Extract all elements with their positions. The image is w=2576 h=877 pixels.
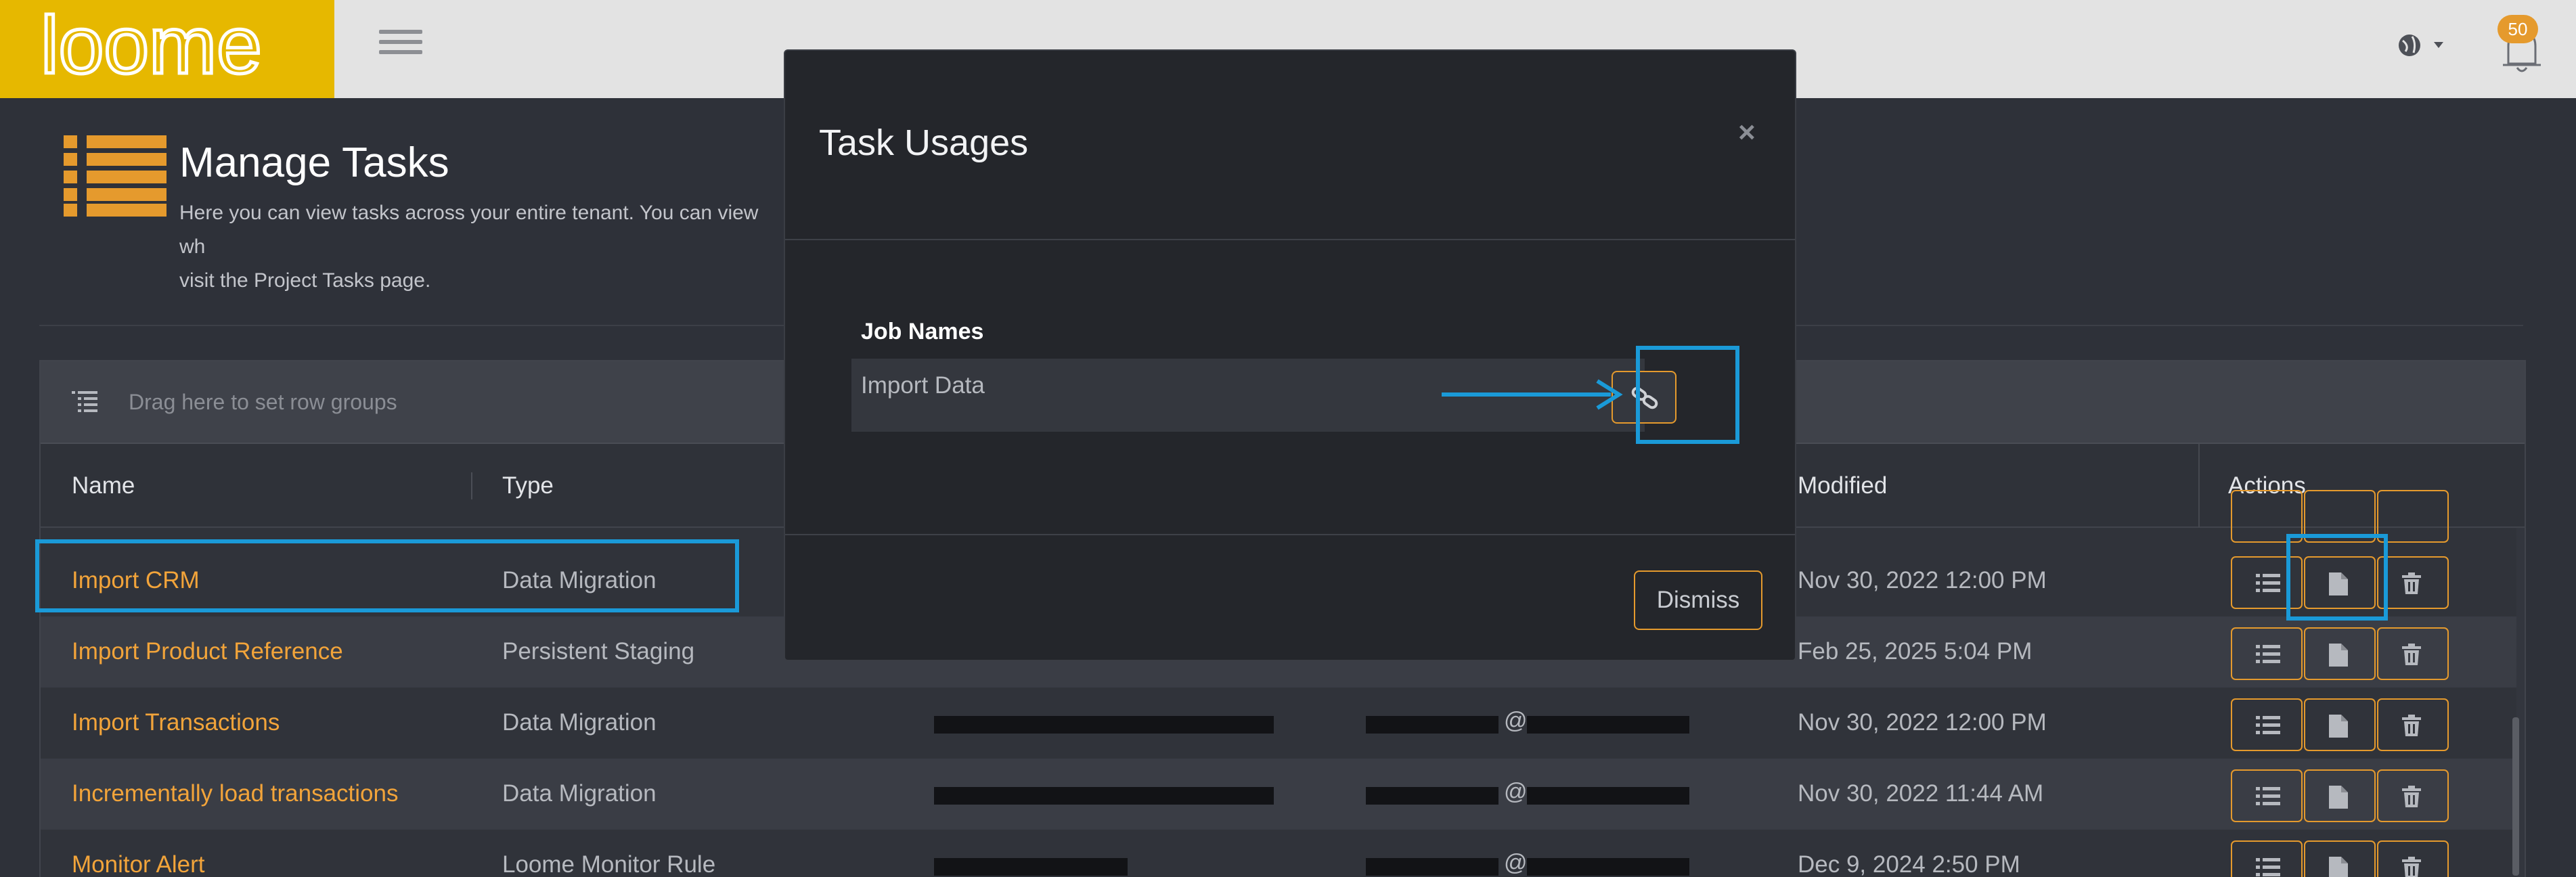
task-name-link[interactable]: Import Transactions: [72, 709, 280, 736]
owner-at-sign: @: [1504, 850, 1528, 876]
grid-scrollbar[interactable]: [2512, 717, 2519, 876]
delete-task-button[interactable]: [2377, 769, 2449, 822]
page-description: Here you can view tasks across your enti…: [179, 202, 759, 292]
task-type: Loome Monitor Rule: [502, 851, 716, 877]
list-icon: [2256, 858, 2280, 876]
task-type: Data Migration: [502, 780, 657, 807]
view-details-button[interactable]: [2231, 627, 2303, 680]
task-modified: Nov 30, 2022 11:44 AM: [1798, 780, 2044, 807]
view-details-button[interactable]: [2231, 840, 2303, 877]
task-modified: Nov 30, 2022 12:00 PM: [1798, 709, 2047, 736]
owner-at-sign: @: [1504, 779, 1528, 805]
file-icon: [2329, 715, 2348, 738]
delete-task-button[interactable]: [2377, 627, 2449, 680]
file-icon: [2329, 857, 2348, 877]
redacted-owner: [1366, 716, 1498, 734]
task-name-link[interactable]: Monitor Alert: [72, 851, 204, 877]
task-usages-button[interactable]: [2304, 769, 2376, 822]
trash-icon: [2402, 644, 2421, 665]
column-type-header[interactable]: Type: [502, 472, 554, 499]
task-name-link[interactable]: Incrementally load transactions: [72, 780, 398, 807]
notification-count-badge[interactable]: 50: [2497, 15, 2538, 43]
menu-toggle-icon[interactable]: [379, 30, 422, 64]
task-type: Persistent Staging: [502, 638, 695, 665]
redacted-owner: [1366, 858, 1498, 876]
task-usages-button[interactable]: [2304, 840, 2376, 877]
page-title: Manage Tasks: [179, 139, 449, 186]
svg-text:loome: loome: [41, 9, 262, 91]
trash-icon: [2402, 715, 2421, 736]
column-modified-header[interactable]: Modified: [1798, 472, 1887, 499]
list-icon: [2256, 574, 2280, 592]
dismiss-button[interactable]: Dismiss: [1634, 570, 1762, 630]
table-row[interactable]: Incrementally load transactions Data Mig…: [41, 759, 2516, 830]
redacted-description: [934, 858, 1128, 876]
delete-task-button[interactable]: [2377, 698, 2449, 751]
file-icon: [2329, 644, 2348, 667]
redacted-description: [934, 716, 1274, 734]
task-type: Data Migration: [502, 709, 657, 736]
task-usages-button[interactable]: [2304, 698, 2376, 751]
highlight-link-button: [1636, 346, 1739, 444]
redacted-description: [934, 787, 1274, 805]
row-group-placeholder: Drag here to set row groups: [129, 390, 397, 414]
task-modified: Dec 9, 2024 2:50 PM: [1798, 851, 2020, 877]
view-details-button[interactable]: [2231, 769, 2303, 822]
modal-title: Task Usages: [819, 122, 1029, 163]
owner-at-sign: @: [1504, 708, 1528, 734]
redacted-owner: [1366, 787, 1498, 805]
task-modified: Feb 25, 2025 5:04 PM: [1798, 638, 2033, 665]
redacted-owner-domain: [1527, 716, 1689, 734]
job-name: Import Data: [861, 372, 985, 399]
tasks-list-icon: [64, 135, 166, 217]
list-icon: [2256, 716, 2280, 734]
modal-divider: [785, 239, 1795, 240]
column-name-header[interactable]: Name: [72, 472, 135, 499]
job-names-header: Job Names: [861, 319, 984, 344]
language-globe-icon[interactable]: [2396, 31, 2461, 60]
task-modified: Nov 30, 2022 12:00 PM: [1798, 567, 2047, 593]
table-row[interactable]: Import Transactions Data Migration @ Nov…: [41, 688, 2516, 759]
list-icon: [2256, 787, 2280, 805]
task-name-link[interactable]: Import Product Reference: [72, 638, 343, 665]
trash-icon: [2402, 786, 2421, 807]
highlight-task-usages-button: [2286, 534, 2388, 621]
delete-task-button[interactable]: [2377, 840, 2449, 877]
view-details-button[interactable]: [2231, 698, 2303, 751]
redacted-owner-domain: [1527, 787, 1689, 805]
trash-icon: [2402, 572, 2421, 594]
column-resize-handle[interactable]: [471, 472, 472, 499]
modal-footer-divider: [785, 534, 1795, 535]
close-icon[interactable]: ×: [1738, 116, 1756, 150]
task-usages-button[interactable]: [2304, 627, 2376, 680]
list-icon: [2256, 645, 2280, 663]
file-icon: [2329, 786, 2348, 809]
trash-icon: [2402, 857, 2421, 877]
arrow-annotation-icon: [1442, 379, 1623, 410]
redacted-owner-domain: [1527, 858, 1689, 876]
highlight-import-crm-row: [35, 539, 739, 612]
table-row[interactable]: Monitor Alert Loome Monitor Rule @ Dec 9…: [41, 830, 2516, 877]
row-groups-icon: [72, 391, 97, 412]
loome-logo[interactable]: loome: [0, 0, 334, 98]
